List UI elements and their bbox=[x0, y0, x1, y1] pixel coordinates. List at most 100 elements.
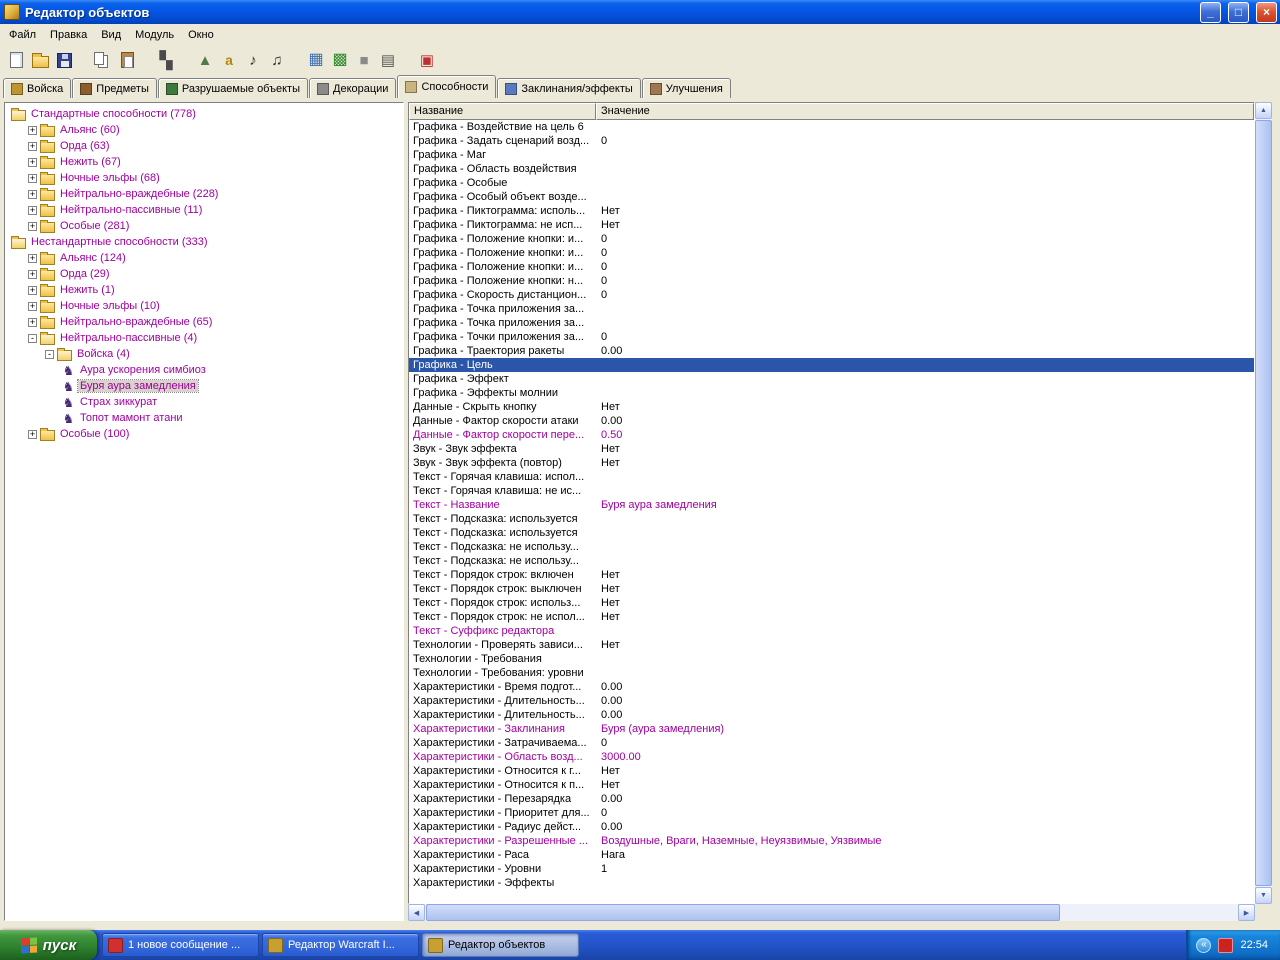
tree-item[interactable]: + Ночные эльфы (68) bbox=[5, 170, 403, 186]
table-row[interactable]: Текст - Подсказка: не использу... bbox=[409, 554, 1254, 568]
tree-item[interactable]: + Орда (63) bbox=[5, 138, 403, 154]
tree-item[interactable]: ♞ Буря аура замедления bbox=[5, 378, 403, 394]
table-row[interactable]: Текст - Подсказка: не использу... bbox=[409, 540, 1254, 554]
vertical-scroll-track[interactable] bbox=[1255, 119, 1272, 887]
table-row[interactable]: Характеристики - Раса Нага bbox=[409, 848, 1254, 862]
table-row[interactable]: Данные - Фактор скорости пере... 0.50 bbox=[409, 428, 1254, 442]
tab-units[interactable]: Войска bbox=[3, 78, 72, 98]
tree-expander-plus-icon[interactable]: + bbox=[28, 173, 37, 183]
table-row[interactable]: Графика - Область воздействия bbox=[409, 162, 1254, 176]
table-row[interactable]: Характеристики - Заклинания Буря (аура за… bbox=[409, 722, 1254, 736]
tree-expander-plus-icon[interactable]: + bbox=[28, 125, 37, 135]
table-row[interactable]: Характеристики - Область возд... 3000.00 bbox=[409, 750, 1254, 764]
table-row[interactable]: Характеристики - Уровни 1 bbox=[409, 862, 1254, 876]
table-row[interactable]: Звук - Звук эффекта (повтор) Нет bbox=[409, 456, 1254, 470]
tree-item[interactable]: + Нейтрально-враждебные (65) bbox=[5, 314, 403, 330]
table-row[interactable]: Текст - Подсказка: используется bbox=[409, 512, 1254, 526]
table-row[interactable]: Графика - Воздействие на цель 6 bbox=[409, 120, 1254, 134]
table-row[interactable]: Графика - Положение кнопки: н... 0 bbox=[409, 274, 1254, 288]
table-row[interactable]: Графика - Особый объект возде... bbox=[409, 190, 1254, 204]
column-header-value[interactable]: Значение bbox=[596, 103, 1254, 120]
table-row[interactable]: Графика - Точки приложения за... 0 bbox=[409, 330, 1254, 344]
tree-expander-plus-icon[interactable]: + bbox=[28, 317, 37, 327]
tree-item[interactable]: + Орда (29) bbox=[5, 266, 403, 282]
tray-app-icon[interactable] bbox=[1218, 937, 1234, 953]
table-row[interactable]: Графика - Скорость дистанцион... 0 bbox=[409, 288, 1254, 302]
close-button[interactable]: × bbox=[1256, 1, 1277, 23]
tree-item[interactable]: + Нейтрально-враждебные (228) bbox=[5, 186, 403, 202]
tab-doodads[interactable]: Декорации bbox=[309, 78, 397, 98]
tree-item[interactable]: + Ночные эльфы (10) bbox=[5, 298, 403, 314]
terrain-editor-button[interactable]: ▲ bbox=[193, 48, 217, 72]
table-row[interactable]: Характеристики - Затрачиваема... 0 bbox=[409, 736, 1254, 750]
tree-expander-plus-icon[interactable]: + bbox=[28, 221, 37, 231]
table-row[interactable]: Графика - Эффекты молнии bbox=[409, 386, 1254, 400]
tree-expander-plus-icon[interactable]: + bbox=[28, 205, 37, 215]
table-row[interactable]: Текст - Порядок строк: выключен Нет bbox=[409, 582, 1254, 596]
table-row[interactable]: Технологии - Требования bbox=[409, 652, 1254, 666]
maximize-button[interactable]: □ bbox=[1228, 1, 1249, 23]
horizontal-scroll-track[interactable] bbox=[425, 904, 1238, 921]
script-editor-button[interactable]: a bbox=[217, 48, 241, 72]
tree-expander-plus-icon[interactable]: + bbox=[28, 429, 37, 439]
tree-expander-plus-icon[interactable]: + bbox=[28, 157, 37, 167]
campaign-editor-button[interactable]: ▩ bbox=[328, 48, 352, 72]
table-row[interactable]: Графика - Маг bbox=[409, 148, 1254, 162]
table-row[interactable]: Характеристики - Перезарядка 0.00 bbox=[409, 792, 1254, 806]
tab-abilities[interactable]: Способности bbox=[397, 75, 497, 98]
menu-item-module[interactable]: Модуль bbox=[128, 26, 181, 44]
tree-expander-plus-icon[interactable]: + bbox=[28, 269, 37, 279]
copy-button[interactable] bbox=[91, 48, 115, 72]
table-row[interactable]: Графика - Особые bbox=[409, 176, 1254, 190]
tree-item[interactable]: ♞ Топот мамонт атани bbox=[5, 410, 403, 426]
tab-destructibles[interactable]: Разрушаемые объекты bbox=[157, 78, 308, 98]
table-row[interactable]: Графика - Задать сценарий возд... 0 bbox=[409, 134, 1254, 148]
tree-expander-plus-icon[interactable]: + bbox=[28, 301, 37, 311]
table-row[interactable]: Текст - Горячая клавиша: испол... bbox=[409, 470, 1254, 484]
tree-item[interactable]: + Особые (100) bbox=[5, 426, 403, 442]
taskbar-button-warcraft-editor[interactable]: Редактор Warcraft I... bbox=[262, 933, 419, 957]
scroll-down-icon[interactable]: ▼ bbox=[1255, 887, 1272, 904]
table-row[interactable]: Характеристики - Относится к п... Нет bbox=[409, 778, 1254, 792]
object-manager-button[interactable]: ▤ bbox=[376, 48, 400, 72]
taskbar-button-new-message[interactable]: 1 новое сообщение ... bbox=[102, 933, 259, 957]
table-row[interactable]: Графика - Точка приложения за... bbox=[409, 316, 1254, 330]
start-button[interactable]: пуск bbox=[0, 930, 97, 960]
tree-item[interactable]: - Нейтрально-пассивные (4) bbox=[5, 330, 403, 346]
column-header-name[interactable]: Название bbox=[409, 103, 596, 120]
object-editor-button[interactable]: ▦ bbox=[304, 48, 328, 72]
tab-upgrades[interactable]: Улучшения bbox=[641, 78, 731, 98]
tree-item[interactable]: + Особые (281) bbox=[5, 218, 403, 234]
table-row[interactable]: Характеристики - Приоритет для... 0 bbox=[409, 806, 1254, 820]
horizontal-scroll-thumb[interactable] bbox=[426, 904, 1061, 921]
menu-item-file[interactable]: Файл bbox=[2, 26, 43, 44]
tree-item[interactable]: ♞ Страх зиккурат bbox=[5, 394, 403, 410]
table-row[interactable]: Графика - Цель bbox=[409, 358, 1254, 372]
scroll-up-icon[interactable]: ▲ bbox=[1255, 102, 1272, 119]
table-row[interactable]: Характеристики - Время подгот... 0.00 bbox=[409, 680, 1254, 694]
scroll-left-icon[interactable]: ◀ bbox=[408, 904, 425, 921]
table-row[interactable]: Текст - Подсказка: используется bbox=[409, 526, 1254, 540]
table-row[interactable]: Звук - Звук эффекта Нет bbox=[409, 442, 1254, 456]
tree-item[interactable]: - Войска (4) bbox=[5, 346, 403, 362]
tree-item[interactable]: + Нейтрально-пассивные (11) bbox=[5, 202, 403, 218]
scroll-right-icon[interactable]: ▶ bbox=[1238, 904, 1255, 921]
table-row[interactable]: Графика - Траектория ракеты 0.00 bbox=[409, 344, 1254, 358]
tab-items[interactable]: Предметы bbox=[72, 78, 157, 98]
vertical-scroll-thumb[interactable] bbox=[1255, 120, 1272, 886]
table-row[interactable]: Текст - Суффикс редактора bbox=[409, 624, 1254, 638]
table-row[interactable]: Текст - Название Буря аура замедления bbox=[409, 498, 1254, 512]
tree-item[interactable]: + Альянс (60) bbox=[5, 122, 403, 138]
table-row[interactable]: Характеристики - Длительность... 0.00 bbox=[409, 708, 1254, 722]
table-row[interactable]: Графика - Положение кнопки: и... 0 bbox=[409, 260, 1254, 274]
menu-item-edit[interactable]: Правка bbox=[43, 26, 94, 44]
tree-expander-minus-icon[interactable]: - bbox=[45, 349, 54, 359]
tree-expander-plus-icon[interactable]: + bbox=[28, 189, 37, 199]
tree-expander-plus-icon[interactable]: + bbox=[28, 141, 37, 151]
table-row[interactable]: Графика - Точка приложения за... bbox=[409, 302, 1254, 316]
table-row[interactable]: Характеристики - Разрешенные ... Воздушны… bbox=[409, 834, 1254, 848]
tab-buffs[interactable]: Заклинания/эффекты bbox=[497, 78, 641, 98]
table-row[interactable]: Характеристики - Длительность... 0.00 bbox=[409, 694, 1254, 708]
table-row[interactable]: Графика - Пиктограмма: не исп... Нет bbox=[409, 218, 1254, 232]
vertical-scrollbar[interactable]: ▲ ▼ bbox=[1255, 102, 1272, 904]
